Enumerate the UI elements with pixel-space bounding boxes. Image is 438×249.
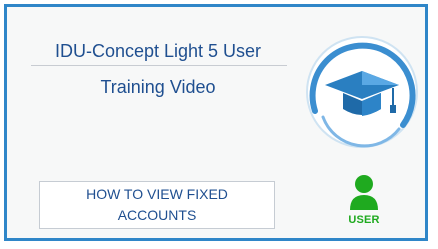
- training-card: IDU-Concept Light 5 User Training Video …: [4, 4, 428, 241]
- user-badge: USER: [342, 174, 386, 228]
- subtitle-box: HOW TO VIEW FIXED ACCOUNTS: [39, 181, 275, 229]
- user-icon: [350, 175, 378, 210]
- title-divider: [31, 65, 287, 66]
- title-line-2: Training Video: [100, 77, 216, 97]
- user-label: USER: [348, 214, 380, 226]
- subtitle-text: HOW TO VIEW FIXED ACCOUNTS: [86, 186, 228, 223]
- title-line-1: IDU-Concept Light 5 User: [54, 41, 262, 61]
- graduation-cap-icon: [306, 36, 418, 148]
